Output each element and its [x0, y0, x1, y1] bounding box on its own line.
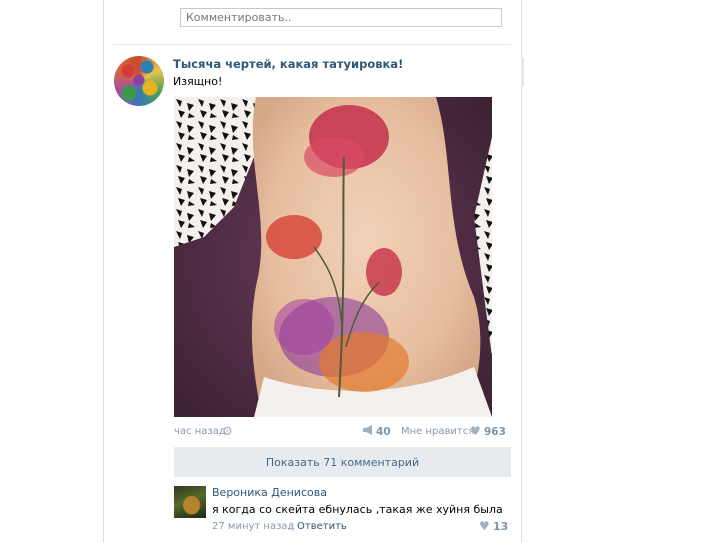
reply-link[interactable]: Ответить — [297, 521, 347, 532]
like-label[interactable]: Мне нравится — [401, 426, 474, 437]
post-photo[interactable] — [174, 97, 492, 417]
left-column-border — [103, 0, 104, 543]
megaphone-icon[interactable] — [362, 424, 374, 436]
heart-icon[interactable]: ♥ — [479, 519, 490, 533]
comment-avatar[interactable] — [174, 486, 206, 518]
post-separator — [113, 44, 511, 45]
post-title[interactable]: Тысяча чертей, какая татуировка! — [173, 57, 403, 71]
comment-input[interactable] — [180, 8, 502, 27]
post-time[interactable]: час назад — [174, 426, 226, 437]
heart-icon[interactable]: ♥ — [470, 424, 481, 438]
share-count[interactable]: 40 — [376, 426, 391, 438]
comment-like-count[interactable]: 13 — [493, 520, 508, 533]
post-text: Изящно! — [173, 75, 223, 88]
show-comments-button[interactable]: Показать 71 комментарий — [174, 447, 511, 477]
comment-time[interactable]: 27 минут назад — [212, 521, 294, 532]
comment-meta-separator: | — [290, 521, 294, 532]
comment-text: я когда со скейта ебнулась ,такая же хуй… — [212, 503, 503, 516]
scroll-indicator[interactable] — [521, 58, 524, 86]
group-avatar[interactable] — [114, 56, 164, 106]
gear-icon[interactable]: ⚙ — [222, 424, 233, 438]
comment-author[interactable]: Вероника Денисова — [212, 486, 327, 499]
like-count[interactable]: 963 — [484, 426, 506, 438]
